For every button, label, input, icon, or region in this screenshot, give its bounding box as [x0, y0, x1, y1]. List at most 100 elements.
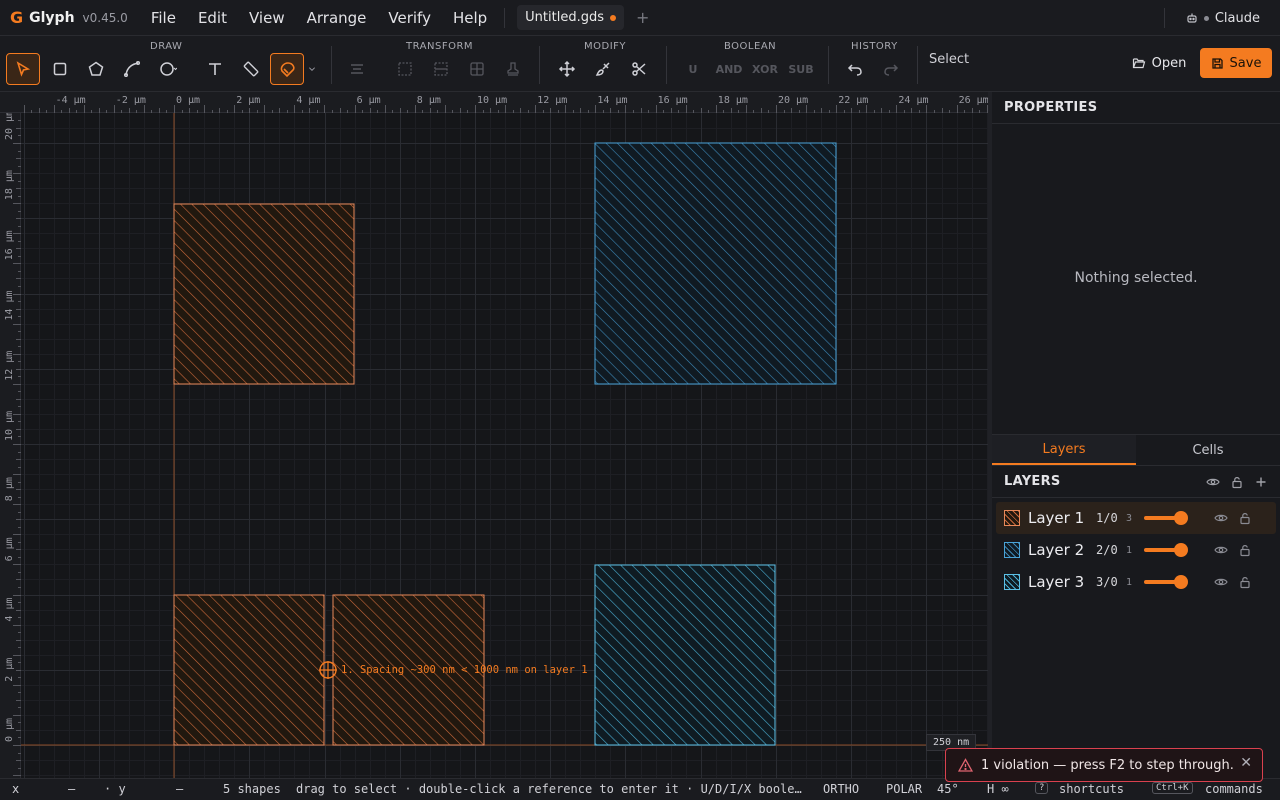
user-name: Claude — [1214, 10, 1260, 26]
layer-visibility-toggle[interactable] — [1214, 575, 1228, 589]
eye-icon — [1214, 578, 1228, 586]
move-button[interactable] — [550, 53, 584, 85]
shortcuts-link[interactable]: shortcuts — [1059, 782, 1124, 796]
ruler-x-label: 24 µm — [898, 95, 928, 106]
layer-lock-toggle[interactable] — [1238, 575, 1252, 589]
stamp-button[interactable] — [496, 53, 530, 85]
subtract-button[interactable]: SUB — [786, 53, 816, 85]
layer1-shape-bottom-left[interactable] — [173, 594, 325, 746]
cursor-y-label: · y — [104, 782, 126, 796]
menu-view[interactable]: View — [238, 9, 296, 27]
shortcuts-key: ? — [1035, 782, 1049, 794]
layer-row[interactable]: Layer 2 2/0 1 — [996, 534, 1276, 566]
stamp-icon — [507, 62, 519, 76]
pentagon-icon — [88, 61, 104, 76]
ortho-toggle[interactable]: ORTHO — [823, 782, 859, 796]
menu-arrange[interactable]: Arrange — [296, 9, 378, 27]
ruler-x-label: 6 µm — [357, 95, 381, 106]
status-hint: drag to select · double-click a referenc… — [296, 782, 802, 796]
document-tab[interactable]: Untitled.gds — [517, 5, 624, 30]
layer-visibility-toggle[interactable] — [1214, 543, 1228, 557]
ruler-x-label: 22 µm — [838, 95, 868, 106]
new-tab-button[interactable]: + — [636, 8, 649, 27]
layer-swatch — [1004, 574, 1020, 590]
cut-button[interactable] — [622, 53, 656, 85]
layer-opacity-slider[interactable] — [1144, 543, 1188, 557]
polar-toggle[interactable]: POLAR — [886, 782, 922, 796]
align-center-icon — [351, 64, 363, 74]
menu-verify[interactable]: Verify — [377, 9, 442, 27]
add-layer-button[interactable] — [1254, 475, 1268, 489]
ungroup-button[interactable] — [424, 53, 458, 85]
align-button[interactable] — [340, 53, 374, 85]
group-label-boolean: BOOLEAN — [724, 41, 777, 52]
ruler-x-label: 14 µm — [597, 95, 627, 106]
floppy-disk-icon — [1211, 57, 1223, 69]
ruler-horizontal: -4 µm -2 µm 0 µm 2 µm 4 µm 6 µm 8 µm 10 µm 12 µm… — [0, 92, 988, 113]
ruler-y-label: 10 µm — [4, 411, 15, 441]
menu-file[interactable]: File — [140, 9, 187, 27]
paint-button[interactable] — [586, 53, 620, 85]
path-tool-button[interactable] — [115, 53, 149, 85]
tab-cells[interactable]: Cells — [1136, 435, 1280, 465]
union-button[interactable]: U — [682, 53, 704, 85]
layer1-shape-top[interactable] — [173, 203, 355, 385]
violation-toast: 1 violation — press F2 to step through. … — [945, 748, 1263, 782]
canvas-drawing[interactable]: 1. Spacing ~300 nm < 1000 nm on layer 1 — [0, 92, 988, 778]
user-menu[interactable]: Claude — [1163, 0, 1260, 36]
layer-name: Layer 3 — [1028, 573, 1085, 591]
layer-gds-number: 3/0 — [1096, 575, 1118, 589]
layout-canvas[interactable]: 1. Spacing ~300 nm < 1000 nm on layer 1 … — [0, 92, 988, 778]
grid-minor — [21, 113, 988, 778]
close-toast-button[interactable]: ✕ — [1240, 755, 1252, 771]
ruler-x-label: 0 µm — [176, 95, 200, 106]
commands-link[interactable]: commands — [1205, 782, 1263, 796]
lock-all-layers-button[interactable] — [1230, 475, 1244, 489]
layer-lock-toggle[interactable] — [1238, 511, 1252, 525]
select-tool-button[interactable] — [6, 53, 40, 85]
menu-edit[interactable]: Edit — [187, 9, 238, 27]
ruler-y-label: 6 µm — [4, 537, 15, 561]
open-button[interactable]: Open — [1124, 48, 1194, 78]
toast-message: 1 violation — press F2 to step through. — [981, 757, 1234, 773]
polar-angle[interactable]: 45° — [937, 782, 959, 796]
layer-opacity-slider[interactable] — [1144, 511, 1188, 525]
text-tool-button[interactable] — [198, 53, 232, 85]
menu-help[interactable]: Help — [442, 9, 498, 27]
properties-empty-message: Nothing selected. — [1074, 270, 1198, 286]
save-button[interactable]: Save — [1200, 48, 1272, 78]
group-button[interactable] — [388, 53, 422, 85]
layer-visibility-toggle[interactable] — [1214, 511, 1228, 525]
layer3-shape[interactable] — [594, 564, 776, 746]
toolbar-divider — [539, 46, 540, 84]
polygon-tool-button[interactable] — [79, 53, 113, 85]
chevron-down-icon — [309, 67, 315, 71]
snap-options-dropdown[interactable] — [303, 53, 321, 85]
app-version: v0.45.0 — [82, 10, 128, 25]
group-label-modify: MODIFY — [584, 41, 627, 52]
eye-icon — [1214, 546, 1228, 554]
show-all-layers-button[interactable] — [1206, 475, 1220, 489]
unlock-icon — [1232, 476, 1242, 488]
ruler-x-label: 12 µm — [537, 95, 567, 106]
redo-button[interactable] — [874, 53, 908, 85]
undo-button[interactable] — [838, 53, 872, 85]
ruler-tool-button[interactable] — [234, 53, 268, 85]
tab-layers[interactable]: Layers — [992, 435, 1136, 465]
folder-open-icon — [1132, 58, 1145, 69]
rectangle-tool-button[interactable] — [43, 53, 77, 85]
xor-button[interactable]: XOR — [750, 53, 780, 85]
snap-toggle-button[interactable] — [270, 53, 304, 85]
toolbar-divider — [917, 46, 918, 84]
and-button[interactable]: AND — [714, 53, 744, 85]
layer-row[interactable]: Layer 1 1/0 3 — [996, 502, 1276, 534]
menu-bar: G Glyph v0.45.0 File Edit View Arrange V… — [0, 0, 1280, 36]
text-icon — [209, 63, 221, 75]
ellipse-tool-button[interactable] — [151, 53, 185, 85]
layer-row[interactable]: Layer 3 3/0 1 — [996, 566, 1276, 598]
layer-opacity-slider[interactable] — [1144, 575, 1188, 589]
toolbar-divider — [828, 46, 829, 84]
array-button[interactable] — [460, 53, 494, 85]
layer2-shape[interactable] — [594, 142, 837, 385]
layer-lock-toggle[interactable] — [1238, 543, 1252, 557]
